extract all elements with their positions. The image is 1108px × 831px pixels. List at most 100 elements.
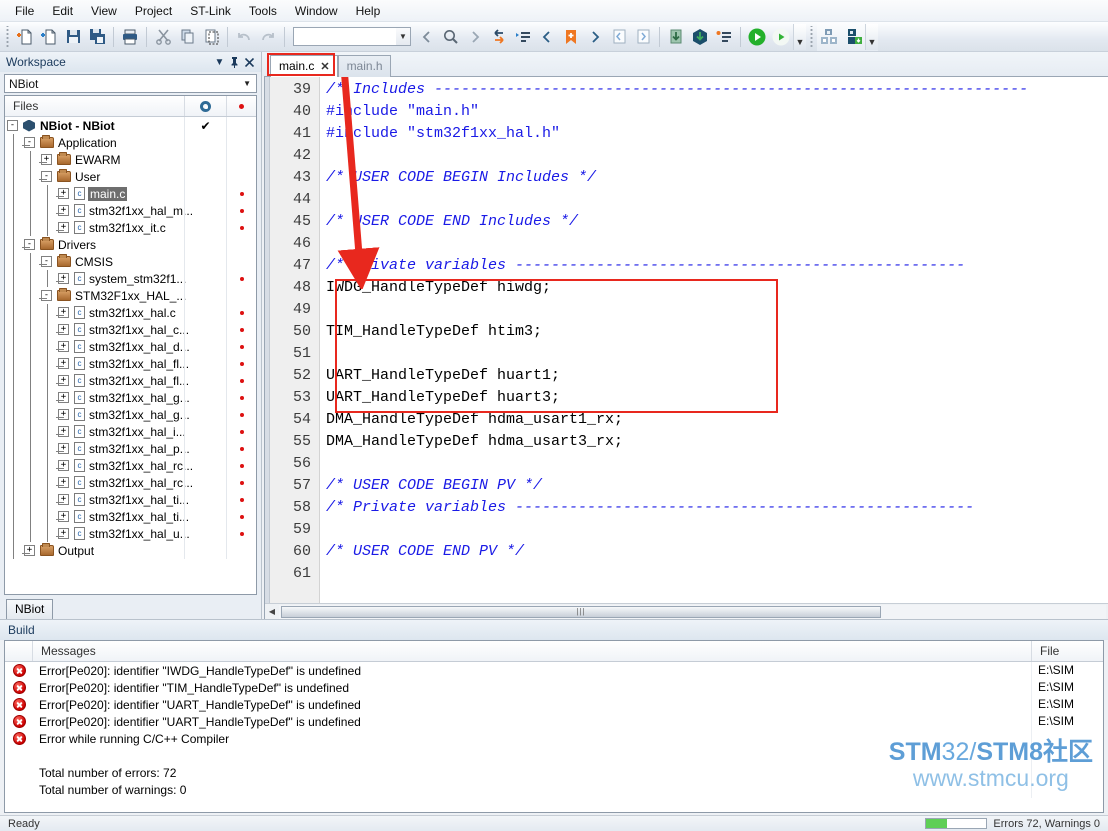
- expander-icon[interactable]: +: [58, 409, 69, 420]
- build-message-row[interactable]: Total number of warnings: 0: [5, 781, 1103, 798]
- workspace-tab-nbiot[interactable]: NBiot: [6, 599, 54, 619]
- expander-icon[interactable]: +: [24, 545, 35, 556]
- tree-item[interactable]: - Drivers: [5, 236, 256, 253]
- code-line[interactable]: [320, 519, 1108, 541]
- expander-icon[interactable]: -: [41, 171, 52, 182]
- download-icon[interactable]: [664, 25, 688, 49]
- code-line[interactable]: UART_HandleTypeDef huart3;: [320, 387, 1108, 409]
- tree-expander[interactable]: +: [56, 358, 73, 369]
- toolbar-grip[interactable]: [4, 25, 11, 48]
- build-grid-body[interactable]: Error[Pe020]: identifier "IWDG_HandleTyp…: [5, 662, 1103, 812]
- previous-bookmark-icon[interactable]: [535, 25, 559, 49]
- tree-expander[interactable]: +: [56, 324, 73, 335]
- close-icon[interactable]: ✕: [320, 60, 329, 73]
- next-bookmark-icon[interactable]: [583, 25, 607, 49]
- tree-item[interactable]: + c main.c: [5, 185, 256, 202]
- menu-item-st-link[interactable]: ST-Link: [181, 1, 240, 21]
- tree-expander[interactable]: +: [22, 545, 39, 556]
- tree-expander[interactable]: +: [56, 443, 73, 454]
- menu-item-view[interactable]: View: [82, 1, 126, 21]
- expander-icon[interactable]: +: [58, 324, 69, 335]
- expander-icon[interactable]: +: [58, 494, 69, 505]
- tree-expander[interactable]: -: [5, 120, 22, 131]
- tree-item[interactable]: + c stm32f1xx_hal_g...: [5, 406, 256, 423]
- code-line[interactable]: /* Includes ----------------------------…: [320, 79, 1108, 101]
- save-all-icon[interactable]: [85, 25, 109, 49]
- expander-icon[interactable]: +: [58, 222, 69, 233]
- menu-item-window[interactable]: Window: [286, 1, 347, 21]
- code-line[interactable]: #include "main.h": [320, 101, 1108, 123]
- code-line[interactable]: /* USER CODE END Includes */: [320, 211, 1108, 233]
- tree-item[interactable]: - CMSIS: [5, 253, 256, 270]
- undo-icon[interactable]: [232, 25, 256, 49]
- toggle-bookmark-icon[interactable]: [559, 25, 583, 49]
- code-line[interactable]: [320, 189, 1108, 211]
- print-icon[interactable]: [118, 25, 142, 49]
- code-line[interactable]: [320, 453, 1108, 475]
- code-line[interactable]: /* USER CODE END PV */: [320, 541, 1108, 563]
- next-error-icon[interactable]: [631, 25, 655, 49]
- tree-item[interactable]: + c stm32f1xx_hal_rc...: [5, 474, 256, 491]
- chevron-down-icon[interactable]: ▼: [396, 28, 410, 45]
- expander-icon[interactable]: +: [58, 426, 69, 437]
- chevron-down-icon[interactable]: ▼: [212, 54, 227, 70]
- code-line[interactable]: [320, 563, 1108, 585]
- expander-icon[interactable]: +: [58, 273, 69, 284]
- code-line[interactable]: /* USER CODE BEGIN PV */: [320, 475, 1108, 497]
- menu-item-tools[interactable]: Tools: [240, 1, 286, 21]
- tree-expander[interactable]: -: [22, 239, 39, 250]
- tree-item[interactable]: + c stm32f1xx_hal_m...: [5, 202, 256, 219]
- code-line[interactable]: DMA_HandleTypeDef hdma_usart1_rx;: [320, 409, 1108, 431]
- tree-item[interactable]: + c stm32f1xx_hal_fl...: [5, 355, 256, 372]
- tree-expander[interactable]: +: [56, 205, 73, 216]
- breakpoints-icon[interactable]: [712, 25, 736, 49]
- tree-item[interactable]: + Output: [5, 542, 256, 559]
- tree-item[interactable]: + c stm32f1xx_hal_p...: [5, 440, 256, 457]
- expander-icon[interactable]: +: [41, 154, 52, 165]
- run-icon[interactable]: [769, 25, 793, 49]
- tree-expander[interactable]: +: [56, 426, 73, 437]
- find-icon[interactable]: [439, 25, 463, 49]
- tree-item[interactable]: + c stm32f1xx_hal_g...: [5, 389, 256, 406]
- tree-expander[interactable]: +: [56, 409, 73, 420]
- expander-icon[interactable]: +: [58, 443, 69, 454]
- tree-item[interactable]: + c stm32f1xx_hal_c...: [5, 321, 256, 338]
- expander-icon[interactable]: +: [58, 477, 69, 488]
- tree-item[interactable]: + c stm32f1xx_it.c: [5, 219, 256, 236]
- navigate-back-icon[interactable]: [415, 25, 439, 49]
- expander-icon[interactable]: +: [58, 205, 69, 216]
- goto-declaration-icon[interactable]: [487, 25, 511, 49]
- build-message-row[interactable]: Error[Pe020]: identifier "TIM_HandleType…: [5, 679, 1103, 696]
- menu-item-edit[interactable]: Edit: [43, 1, 82, 21]
- tree-expander[interactable]: +: [56, 511, 73, 522]
- code-line[interactable]: [320, 343, 1108, 365]
- expander-icon[interactable]: +: [58, 307, 69, 318]
- tree-item[interactable]: + EWARM: [5, 151, 256, 168]
- menu-item-project[interactable]: Project: [126, 1, 181, 21]
- chevron-down-icon[interactable]: ▼: [243, 79, 256, 88]
- editor-horizontal-scrollbar[interactable]: ◀ |||: [265, 603, 1108, 619]
- code-line[interactable]: [320, 145, 1108, 167]
- menu-item-help[interactable]: Help: [347, 1, 390, 21]
- tree-expander[interactable]: +: [56, 307, 73, 318]
- build-message-row[interactable]: [5, 747, 1103, 764]
- expander-icon[interactable]: +: [58, 460, 69, 471]
- build-message-row[interactable]: Error while running C/C++ Compiler: [5, 730, 1103, 747]
- tree-item[interactable]: + c stm32f1xx_hal_d...: [5, 338, 256, 355]
- tree-item[interactable]: + c stm32f1xx_hal_u...: [5, 525, 256, 542]
- expander-icon[interactable]: -: [41, 290, 52, 301]
- tree-expander[interactable]: +: [56, 341, 73, 352]
- code-line[interactable]: /* Private variables -------------------…: [320, 497, 1108, 519]
- expander-icon[interactable]: +: [58, 375, 69, 386]
- code-line[interactable]: IWDG_HandleTypeDef hiwdg;: [320, 277, 1108, 299]
- tree-expander[interactable]: +: [39, 154, 56, 165]
- code-line[interactable]: /* USER CODE BEGIN Includes */: [320, 167, 1108, 189]
- code-line[interactable]: #include "stm32f1xx_hal.h": [320, 123, 1108, 145]
- bookmark-list-icon[interactable]: [511, 25, 535, 49]
- expander-icon[interactable]: +: [58, 341, 69, 352]
- scrollbar-thumb[interactable]: |||: [281, 605, 881, 618]
- debug-download-icon[interactable]: [841, 25, 865, 49]
- editor-tab-main-c[interactable]: main.c ✕: [270, 55, 338, 77]
- expander-icon[interactable]: +: [58, 188, 69, 199]
- pin-icon[interactable]: [227, 54, 242, 70]
